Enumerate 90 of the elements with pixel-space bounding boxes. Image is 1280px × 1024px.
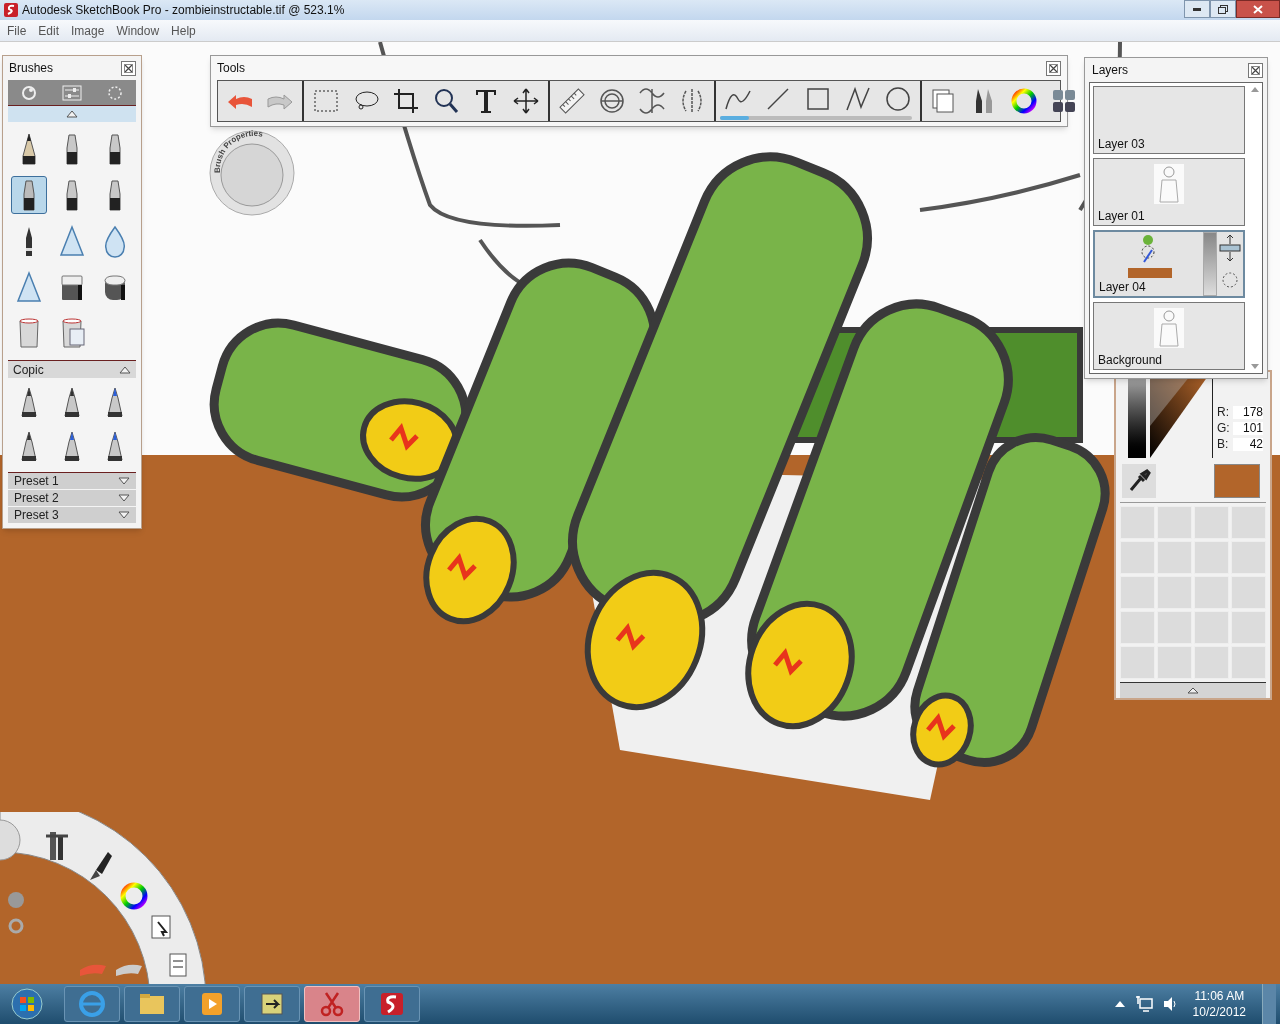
opacity-slider[interactable]: [1203, 232, 1217, 296]
sketch-thumbnail: [1152, 162, 1186, 206]
panel-title: Tools: [217, 60, 245, 77]
color-wheel-icon: [1010, 87, 1038, 115]
panel-title: Brushes: [9, 60, 54, 77]
taskbar-app-button[interactable]: [364, 986, 420, 1022]
menu-item[interactable]: File: [7, 21, 27, 40]
close-icon: [124, 63, 133, 73]
layer-card[interactable]: Layer 03: [1093, 86, 1245, 154]
layer-name: Layer 01: [1097, 209, 1146, 225]
eyedropper-button[interactable]: [1122, 463, 1156, 498]
taskbar-app-button[interactable]: [304, 986, 360, 1022]
section-header[interactable]: Preset 3: [8, 507, 136, 524]
layer-card[interactable]: Background: [1093, 302, 1245, 370]
menu-item[interactable]: Window: [116, 21, 160, 40]
circle-icon: [884, 85, 912, 113]
start-orb-icon: [10, 987, 44, 1021]
layer-card[interactable]: Layer 04: [1093, 230, 1245, 298]
speaker-icon[interactable]: [1162, 996, 1177, 1012]
expand-arrow-icon[interactable]: [118, 477, 130, 485]
triangle-icon: [57, 224, 87, 258]
rectangle-selection-icon: [312, 87, 340, 115]
section-title: Copic: [13, 361, 44, 379]
restore-icon: [1218, 4, 1228, 14]
section-header[interactable]: Copic: [8, 360, 136, 378]
taskbar-app-button[interactable]: [244, 986, 300, 1022]
clock[interactable]: 11:06 AM 10/2/2012: [1186, 988, 1252, 1020]
brush-button[interactable]: [11, 176, 48, 214]
minimize-icon: [1193, 7, 1201, 11]
collapse-arrow-icon[interactable]: [119, 365, 131, 374]
layer-name: Layer 04: [1098, 280, 1147, 296]
close-icon: [1251, 65, 1260, 75]
zoom-icon: [432, 87, 460, 115]
scroll-up-icon[interactable]: [1251, 87, 1259, 92]
menu-item[interactable]: Image: [71, 21, 105, 40]
expand-arrow-icon[interactable]: [118, 511, 130, 519]
maximize-button[interactable]: [1210, 0, 1236, 18]
section-header[interactable]: Preset 2: [8, 490, 136, 507]
taskbar-app-button[interactable]: [124, 986, 180, 1022]
crop-icon: [392, 87, 420, 115]
browser-icon: [76, 988, 108, 1020]
move-icon: [512, 87, 540, 115]
window-title: Autodesk SketchBook Pro - zombieinstructable.tif @ 523.1%: [22, 2, 345, 19]
close-button[interactable]: [1236, 0, 1280, 18]
stroke-slider-fill[interactable]: [720, 116, 749, 120]
taskbar-app-button[interactable]: [184, 986, 240, 1022]
clock-date: 10/2/2012: [1192, 1004, 1246, 1020]
sketch-thumbnail: [1152, 306, 1186, 350]
section-title: Preset 3: [14, 507, 59, 524]
color-triangle[interactable]: [1150, 376, 1208, 458]
channel-value-field[interactable]: 101: [1233, 422, 1263, 435]
tone-ramp[interactable]: [1128, 376, 1146, 458]
app-logo-icon: [4, 3, 18, 17]
grid-icon: [1050, 87, 1078, 115]
sliders-icon[interactable]: [62, 84, 82, 101]
square-icon: [804, 85, 832, 113]
collapse-arrow-icon: [1187, 687, 1199, 695]
ellipse-guide-icon: [598, 87, 626, 115]
menu-item[interactable]: Edit: [38, 21, 60, 40]
channel-value-field[interactable]: 42: [1233, 438, 1263, 451]
eyedropper-icon: [1127, 468, 1151, 493]
expand-bar[interactable]: [1120, 682, 1266, 698]
symmetry-icon: [638, 87, 666, 115]
close-button[interactable]: [1248, 62, 1263, 78]
panel-title: Layers: [1092, 62, 1129, 79]
close-icon: [1049, 63, 1058, 73]
menu-item[interactable]: Help: [171, 21, 196, 40]
layer-name: Background: [1097, 353, 1164, 369]
channel-label: G:: [1217, 422, 1229, 435]
close-button[interactable]: [1046, 60, 1061, 76]
layer-name: Layer 03: [1097, 137, 1146, 153]
close-button[interactable]: [121, 60, 136, 76]
section-title: Preset 1: [14, 473, 59, 490]
section-header[interactable]: Preset 1: [8, 473, 136, 490]
show-hidden-icons-icon[interactable]: [1114, 1001, 1125, 1007]
minimize-button[interactable]: [1184, 0, 1210, 18]
network-icon[interactable]: [1134, 996, 1153, 1012]
layer-card[interactable]: Layer 01: [1093, 158, 1245, 226]
dotted-circle-icon[interactable]: [107, 84, 124, 101]
clock-time: 11:06 AM: [1194, 988, 1245, 1004]
channel-label: R:: [1217, 406, 1229, 419]
current-color-swatch[interactable]: [1214, 463, 1260, 498]
polyline-icon: [844, 85, 872, 113]
expand-arrow-icon[interactable]: [118, 494, 130, 502]
collapse-arrow-icon[interactable]: [66, 110, 78, 118]
channel-label: B:: [1217, 438, 1229, 451]
brush-circle-icon[interactable]: [20, 84, 37, 101]
channel-value-field[interactable]: 178: [1233, 406, 1263, 419]
close-icon: [1253, 4, 1263, 14]
section-title: Preset 2: [14, 490, 59, 507]
